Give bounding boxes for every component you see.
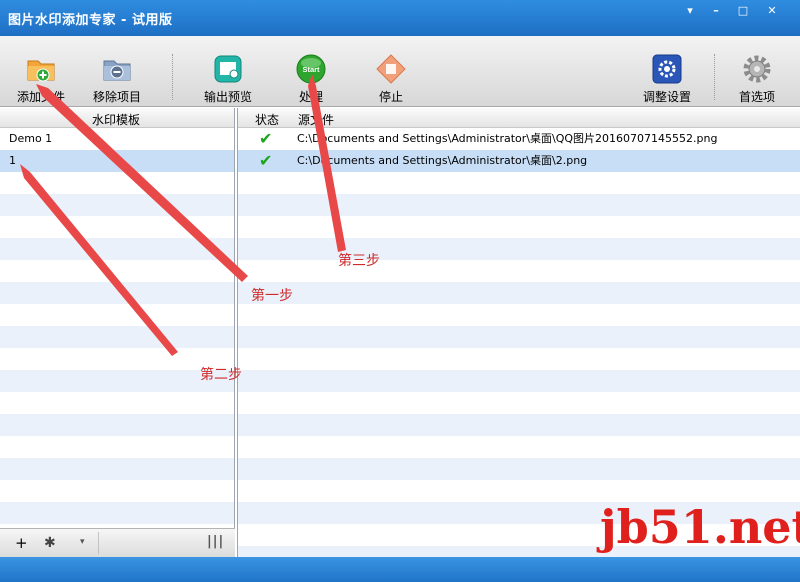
- template-item-label: 1: [9, 154, 16, 167]
- template-panel: 水印模板 Demo 1 1 + ✱ ▾ |||: [0, 108, 235, 557]
- file-list-header: 状态 源文件: [238, 108, 800, 128]
- status-bar: [0, 557, 800, 582]
- template-item-demo1[interactable]: Demo 1: [0, 128, 234, 150]
- toolbar-separator: [172, 54, 173, 100]
- process-label: 处理: [298, 90, 323, 104]
- preview-icon: [214, 55, 242, 83]
- columns-icon[interactable]: |||: [207, 534, 224, 549]
- template-footer: + ✱ ▾ |||: [0, 528, 235, 557]
- preferences-button[interactable]: 首选项: [726, 36, 788, 106]
- file-list: ✔ C:\Documents and Settings\Administrato…: [238, 128, 800, 557]
- template-settings-icon[interactable]: ✱: [44, 535, 56, 551]
- annotation-step3: 第三步: [338, 253, 380, 269]
- start-icon: Start: [296, 54, 326, 84]
- minimize-button[interactable]: –: [706, 3, 726, 19]
- stop-label: 停止: [378, 90, 403, 104]
- output-preview-button[interactable]: 输出预览: [196, 36, 260, 106]
- gear-icon: [743, 55, 771, 83]
- template-item-label: Demo 1: [9, 132, 53, 145]
- close-button[interactable]: ✕: [762, 3, 782, 19]
- preferences-label: 首选项: [738, 90, 775, 104]
- stop-button[interactable]: 停止: [360, 36, 422, 106]
- column-header-status[interactable]: 状态: [255, 111, 279, 128]
- remove-item-label: 移除项目: [92, 90, 141, 104]
- gear-settings-icon: [652, 54, 682, 84]
- adjust-settings-button[interactable]: 调整设置: [636, 36, 698, 106]
- template-item-1[interactable]: 1: [0, 150, 234, 172]
- process-button[interactable]: Start 处理: [280, 36, 342, 106]
- remove-folder-icon: [103, 60, 131, 81]
- annotation-step2: 第二步: [200, 367, 242, 383]
- menu-arrow-button[interactable]: ▾: [680, 3, 700, 19]
- file-path: C:\Documents and Settings\Administrator\…: [297, 132, 718, 145]
- add-folder-icon: [27, 60, 55, 82]
- footer-divider: [98, 532, 99, 554]
- check-icon: ✔: [259, 129, 273, 148]
- start-badge-text: Start: [302, 65, 320, 74]
- template-list: Demo 1 1: [0, 128, 234, 528]
- title-bar: 图片水印添加专家 - 试用版 ▾ – □ ✕: [0, 0, 800, 36]
- remove-item-button[interactable]: 移除项目: [86, 36, 148, 106]
- maximize-button[interactable]: □: [733, 3, 753, 19]
- template-header[interactable]: 水印模板: [0, 108, 234, 128]
- file-list-panel: 状态 源文件 ✔ C:\Documents and Settings\Admin…: [237, 108, 800, 557]
- column-header-source[interactable]: 源文件: [298, 111, 334, 128]
- file-row[interactable]: ✔ C:\Documents and Settings\Administrato…: [238, 150, 800, 172]
- window-title: 图片水印添加专家 - 试用版: [8, 13, 173, 28]
- chevron-down-icon[interactable]: ▾: [80, 537, 85, 547]
- output-preview-label: 输出预览: [203, 90, 252, 104]
- annotation-step1: 第一步: [251, 288, 293, 304]
- template-header-label: 水印模板: [92, 113, 141, 127]
- toolbar: 添加文件 移除项目 输出预览 Start 处理 停止 调整设置 首选项: [0, 36, 800, 107]
- add-file-label: 添加文件: [16, 90, 65, 104]
- file-row[interactable]: ✔ C:\Documents and Settings\Administrato…: [238, 128, 800, 150]
- add-template-button[interactable]: +: [15, 534, 28, 552]
- add-file-button[interactable]: 添加文件: [10, 36, 72, 106]
- site-watermark: jb51.net: [600, 500, 800, 554]
- check-icon: ✔: [259, 151, 273, 170]
- toolbar-separator: [714, 54, 715, 100]
- adjust-settings-label: 调整设置: [642, 90, 691, 104]
- file-path: C:\Documents and Settings\Administrator\…: [297, 154, 588, 167]
- stop-icon: [376, 54, 406, 84]
